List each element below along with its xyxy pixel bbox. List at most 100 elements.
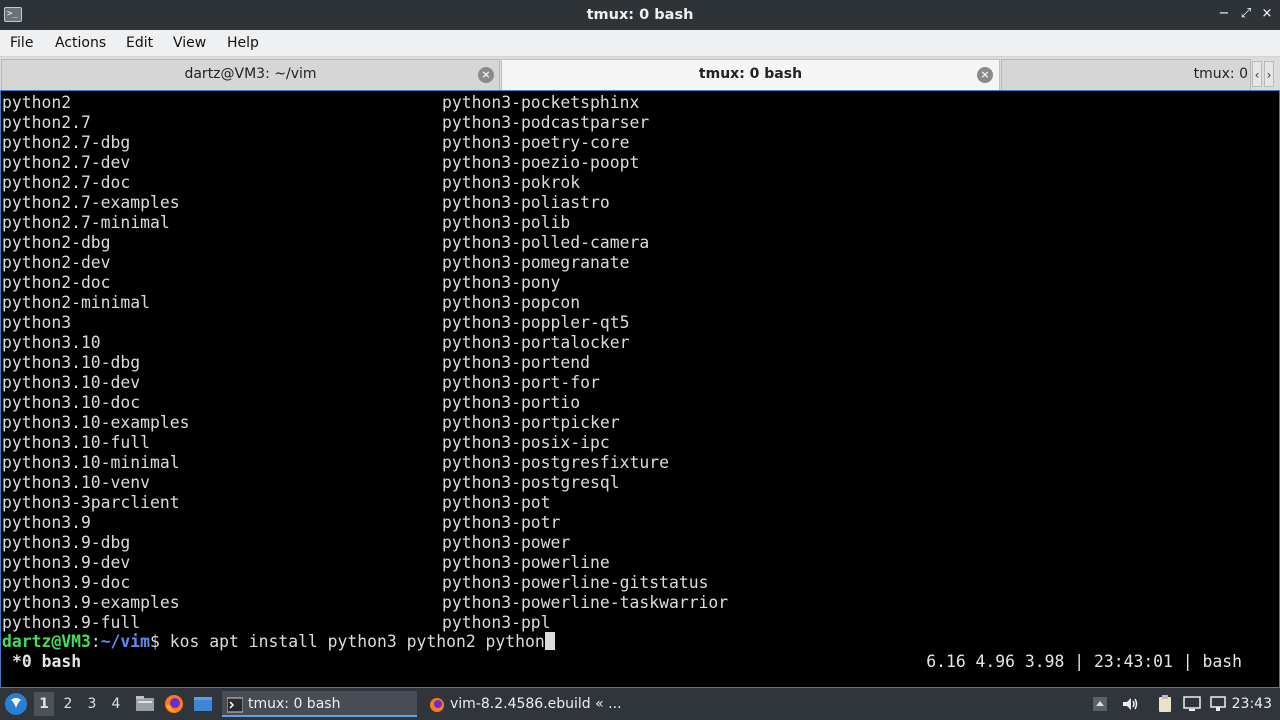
menu-help[interactable]: Help [227, 30, 259, 57]
package-name: python3-polled-camera [442, 233, 650, 252]
package-name: python3-potr [442, 513, 561, 532]
package-name: python2.7-dev [2, 153, 131, 172]
package-name: python3.10-full [2, 433, 151, 452]
package-name: python3-posix-ipc [442, 433, 610, 452]
menu-file[interactable]: File [10, 30, 33, 57]
tab-scroll-left-icon[interactable]: ‹ [1252, 61, 1262, 87]
task-tmux-bash[interactable]: tmux: 0 bash [222, 691, 417, 717]
window-titlebar[interactable]: >_ tmux: 0 bash − ⤢ × [0, 0, 1280, 30]
workspace-4[interactable]: 4 [106, 692, 126, 716]
package-name: python3-popcon [442, 293, 581, 312]
network-icon[interactable] [1208, 694, 1228, 714]
tab-scroll-right-icon[interactable]: › [1264, 61, 1274, 87]
package-name: python3-poezio-poopt [442, 153, 640, 172]
package-name: python3.9-dbg [2, 533, 131, 552]
task-label: vim-8.2.4586.ebuild « ... [450, 696, 622, 712]
package-name: python3-poetry-core [442, 133, 630, 152]
tray-expand-icon[interactable] [1090, 694, 1110, 714]
package-name: python3-pot [442, 493, 551, 512]
package-name: python3-polib [442, 213, 571, 232]
text-cursor [544, 632, 555, 650]
tmux-window-list[interactable]: *0 bash [12, 652, 81, 672]
package-name: python3.10-dbg [2, 353, 141, 372]
menu-actions[interactable]: Actions [55, 30, 106, 57]
package-name: python3.10-examples [2, 413, 190, 432]
package-name: python3.9 [2, 513, 91, 532]
package-name: python3-port-for [442, 373, 600, 392]
tab-label: dartz@VM3: ~/vim [184, 66, 317, 82]
package-name: python3.9-dev [2, 553, 131, 572]
menu-view[interactable]: View [173, 30, 206, 57]
tmux-status-right: 6.16 4.96 3.98 | 23:43:01 | bash [926, 652, 1242, 671]
package-name: python3-power [442, 533, 571, 552]
display-icon[interactable] [1182, 694, 1202, 714]
prompt-symbol: $ [150, 632, 170, 651]
package-name: python3.9-examples [2, 593, 180, 612]
prompt-user-host: dartz@VM3 [2, 632, 91, 651]
package-name: python3 [2, 313, 72, 332]
tab-label: tmux: 0 [1193, 66, 1248, 82]
package-name: python3-poppler-qt5 [442, 313, 630, 332]
package-list-right: python3-pocketsphinx python3-podcastparse… [442, 93, 728, 633]
desktop-icon[interactable] [192, 693, 214, 715]
package-name: python2.7-examples [2, 193, 180, 212]
package-name: python3.10-dev [2, 373, 141, 392]
package-name: python3-3parclient [2, 493, 180, 512]
menu-bar: File Actions Edit View Help [0, 30, 1280, 57]
prompt-path: ~/vim [100, 632, 151, 651]
package-name: python3-ppl [442, 613, 551, 632]
package-list-left: python2 python2.7 python2.7-dbg python2.7-d… [2, 93, 190, 633]
command-prompt[interactable]: dartz@VM3:~/vim$ kos apt install python3… [2, 632, 555, 652]
workspace-1[interactable]: 1 [34, 692, 54, 716]
package-name: python2.7-doc [2, 173, 131, 192]
tab-tmux-partial[interactable]: tmux: 0 [1001, 59, 1251, 90]
file-manager-icon[interactable] [134, 693, 156, 715]
taskbar-clock[interactable]: 23:43 [1232, 688, 1272, 720]
terminal-view[interactable]: python2 python2.7 python2.7-dbg python2.7-d… [0, 90, 1280, 688]
package-name: python3-postgresfixture [442, 453, 669, 472]
package-name: python3-powerline-taskwarrior [442, 593, 729, 612]
package-name: python3-pokrok [442, 173, 581, 192]
close-icon[interactable]: × [1259, 6, 1275, 22]
package-name: python3.10 [2, 333, 101, 352]
task-label: tmux: 0 bash [248, 696, 341, 712]
workspace-3[interactable]: 3 [82, 692, 102, 716]
tab-label: tmux: 0 bash [698, 66, 803, 82]
package-name: python2.7-dbg [2, 133, 131, 152]
tab-dartz-vim[interactable]: dartz@VM3: ~/vim × [1, 59, 500, 90]
maximize-icon[interactable]: ⤢ [1238, 6, 1254, 22]
command-text: kos apt install python3 python2 python [169, 632, 545, 651]
window-title: tmux: 0 bash [586, 7, 694, 23]
menu-edit[interactable]: Edit [126, 30, 153, 57]
package-name: python3.9-doc [2, 573, 131, 592]
taskbar: 1 2 3 4 tmux: 0 bash vim-8.2.4586.ebuild… [0, 688, 1280, 720]
package-name: python3-portpicker [442, 413, 620, 432]
package-name: python3-pomegranate [442, 253, 630, 272]
firefox-icon[interactable] [163, 693, 185, 715]
firefox-icon [429, 696, 445, 712]
package-name: python3.10-doc [2, 393, 141, 412]
package-name: python2.7 [2, 113, 91, 132]
minimize-icon[interactable]: − [1216, 6, 1232, 22]
package-name: python3.9-full [2, 613, 141, 632]
workspace-2[interactable]: 2 [58, 692, 78, 716]
task-firefox-vim[interactable]: vim-8.2.4586.ebuild « ... [424, 691, 624, 717]
terminal-icon [226, 696, 244, 713]
clipboard-icon[interactable] [1155, 694, 1175, 714]
package-name: python3-postgresql [442, 473, 620, 492]
tab-tmux-bash[interactable]: tmux: 0 bash × [501, 59, 1000, 90]
package-name: python2 [2, 93, 72, 112]
volume-icon[interactable] [1120, 694, 1140, 714]
prompt-separator: : [90, 632, 101, 651]
package-name: python2-dbg [2, 233, 111, 252]
start-menu-icon[interactable] [5, 693, 27, 715]
package-name: python3-pony [442, 273, 561, 292]
package-name: python3.10-minimal [2, 453, 180, 472]
tab-close-icon[interactable]: × [478, 67, 494, 83]
package-name: python2-minimal [2, 293, 151, 312]
package-name: python3.10-venv [2, 473, 151, 492]
tab-close-icon[interactable]: × [977, 67, 993, 83]
package-name: python3-powerline [442, 553, 610, 572]
package-name: python3-portend [442, 353, 591, 372]
package-name: python3-portalocker [442, 333, 630, 352]
